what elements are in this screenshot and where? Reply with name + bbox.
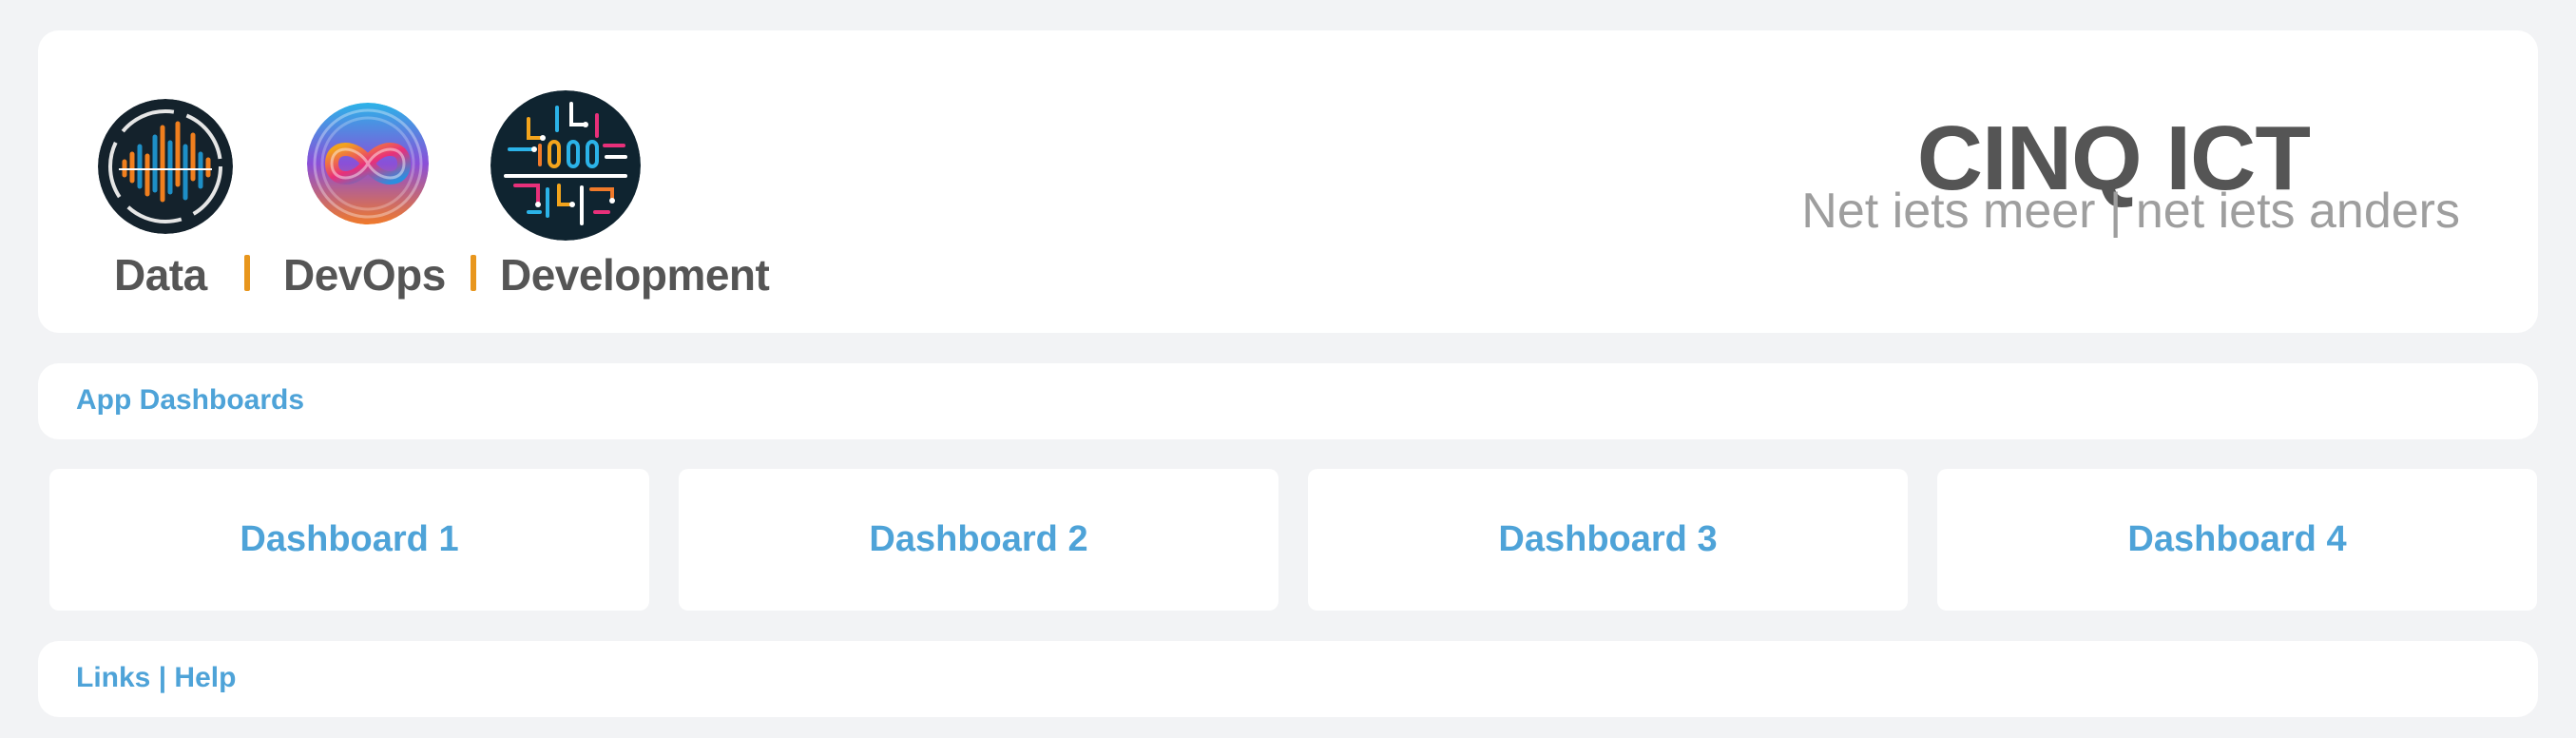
development-circuit-icon xyxy=(490,90,641,241)
header-card: Data DevOps Development CINQ ICT Net iet… xyxy=(38,30,2538,333)
dashboard-1-card[interactable]: Dashboard 1 xyxy=(49,469,649,611)
dashboard-3-label[interactable]: Dashboard 3 xyxy=(1498,519,1717,560)
brand-label-devops: DevOps xyxy=(283,250,446,300)
brand-separator xyxy=(471,255,476,291)
company-tagline: Net iets meer | net iets anders xyxy=(1801,184,2460,239)
dashboard-2-label[interactable]: Dashboard 2 xyxy=(869,519,1087,560)
dashboard-1-label[interactable]: Dashboard 1 xyxy=(240,519,458,560)
section-title-app-dashboards[interactable]: App Dashboards xyxy=(76,384,304,417)
dashboard-3-card[interactable]: Dashboard 3 xyxy=(1308,469,1908,611)
brand-label-development: Development xyxy=(500,250,770,300)
data-waveform-icon xyxy=(98,99,233,234)
devops-infinity-icon xyxy=(307,103,429,224)
links-help-section: Links | Help xyxy=(38,641,2538,717)
dashboard-2-card[interactable]: Dashboard 2 xyxy=(679,469,1278,611)
app-dashboards-section: App Dashboards xyxy=(38,363,2538,439)
dashboard-4-card[interactable]: Dashboard 4 xyxy=(1937,469,2537,611)
dashboard-4-label[interactable]: Dashboard 4 xyxy=(2127,519,2346,560)
section-title-links-help[interactable]: Links | Help xyxy=(76,662,236,694)
brand-separator xyxy=(244,255,250,291)
brand-label-data: Data xyxy=(114,250,207,300)
